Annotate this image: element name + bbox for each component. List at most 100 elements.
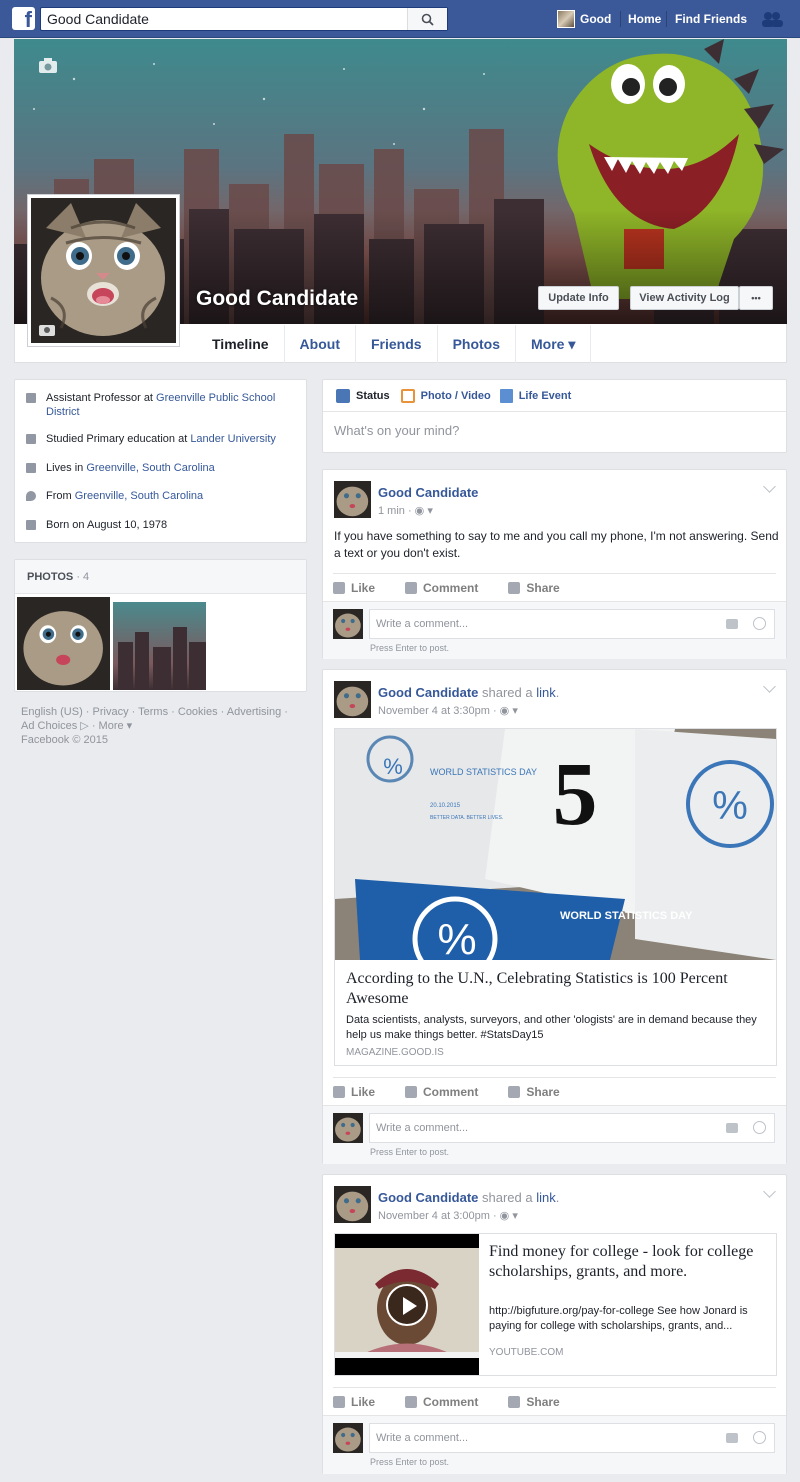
thumbs-up-icon — [333, 1086, 345, 1098]
comment-section: Write a comment... Press Enter to post. — [323, 601, 786, 659]
share-button[interactable]: Share — [508, 1395, 560, 1409]
profile-tabs: Timeline About Friends Photos More ▾ — [197, 325, 592, 363]
play-icon[interactable] — [386, 1284, 428, 1326]
nav-profile-label: Good — [580, 12, 612, 26]
comment-button[interactable]: Comment — [405, 581, 478, 595]
tab-photos[interactable]: Photos — [436, 325, 515, 363]
tab-timeline[interactable]: Timeline — [197, 325, 284, 363]
nav-find-friends-link[interactable]: Find Friends — [675, 0, 747, 38]
post-author-avatar[interactable] — [334, 1186, 371, 1223]
post-header-line: Good Candidate shared a link. — [378, 1190, 560, 1205]
emoji-icon[interactable] — [753, 1121, 766, 1134]
post-text: If you have something to say to me and y… — [334, 529, 779, 560]
post-actions: Like Comment Share — [333, 581, 590, 595]
nav-home-link[interactable]: Home — [628, 0, 661, 38]
tab-more[interactable]: More ▾ — [515, 325, 592, 363]
link-preview-image: % % % 5 WORLD STATISTICS DAY 20.10.2015 … — [335, 729, 776, 960]
tab-about[interactable]: About — [283, 325, 355, 363]
composer-input[interactable]: What's on your mind? — [334, 423, 459, 438]
post-author-avatar[interactable] — [334, 681, 371, 718]
tab-friends[interactable]: Friends — [354, 325, 437, 363]
post-author-name[interactable]: Good Candidate — [378, 685, 478, 700]
composer-status-tab[interactable]: Status — [336, 388, 390, 403]
link-title[interactable]: According to the U.N., Celebrating Stati… — [346, 969, 766, 1009]
photos-header[interactable]: PHOTOS · 4 — [15, 560, 306, 594]
comment-input[interactable]: Write a comment... — [369, 1113, 775, 1143]
composer-photo-tab[interactable]: Photo / Video — [400, 388, 491, 403]
nav-profile-link[interactable]: Good — [557, 0, 611, 38]
pencil-icon — [336, 388, 350, 403]
shared-link[interactable]: link — [536, 685, 556, 700]
camera-icon[interactable] — [726, 1123, 738, 1133]
intro-box: Assistant Professor at Greenville Public… — [14, 379, 307, 543]
video-thumbnail[interactable] — [335, 1234, 479, 1375]
link-preview[interactable]: Find money for college - look for colleg… — [334, 1233, 777, 1376]
post-author-name[interactable]: Good Candidate — [378, 1190, 478, 1205]
post-author-name[interactable]: Good Candidate — [378, 485, 478, 500]
nav-divider — [620, 11, 621, 27]
lives-link[interactable]: Greenville, South Carolina — [86, 462, 214, 474]
search-input[interactable] — [41, 8, 401, 30]
emoji-icon[interactable] — [753, 1431, 766, 1444]
top-bar: f Good Home Find Friends — [0, 0, 800, 38]
image-date-text: 20.10.2015 — [430, 803, 461, 809]
shared-link[interactable]: link — [536, 1190, 556, 1205]
link-preview[interactable]: % % % 5 WORLD STATISTICS DAY 20.10.2015 … — [334, 728, 777, 1066]
footer-line-2[interactable]: Ad Choices ▷ · More ▾ — [21, 719, 132, 733]
comment-input[interactable]: Write a comment... — [369, 609, 775, 639]
post-header-line: Good Candidate shared a link. — [378, 685, 560, 700]
photo-thumb-kitten[interactable] — [17, 597, 110, 690]
image-big-digit: 5 — [553, 745, 598, 844]
graduation-icon — [26, 434, 36, 444]
post-card: Good Candidate 1 min · ◉ ▾ If you have s… — [322, 469, 787, 659]
press-enter-hint: Press Enter to post. — [370, 643, 450, 653]
view-activity-log-button[interactable]: View Activity Log — [630, 286, 739, 310]
like-button[interactable]: Like — [333, 1395, 375, 1409]
emoji-icon[interactable] — [753, 617, 766, 630]
more-options-button[interactable]: ••• — [739, 286, 773, 310]
composer-box: Status Photo / Video Life Event What's o… — [322, 379, 787, 453]
home-icon — [26, 463, 36, 473]
comment-button[interactable]: Comment — [405, 1395, 478, 1409]
share-icon — [508, 1396, 521, 1408]
footer-copyright: Facebook © 2015 — [21, 734, 108, 746]
photo-icon — [400, 388, 415, 403]
post-menu-chevron-icon[interactable] — [763, 680, 776, 693]
like-button[interactable]: Like — [333, 581, 375, 595]
education-link[interactable]: Lander University — [190, 433, 276, 445]
like-button[interactable]: Like — [333, 1085, 375, 1099]
camera-icon[interactable] — [726, 1433, 738, 1443]
post-author-avatar[interactable] — [334, 481, 371, 518]
comment-input[interactable]: Write a comment... — [369, 1423, 775, 1453]
press-enter-hint: Press Enter to post. — [370, 1457, 450, 1467]
composer-life-event-tab[interactable]: Life Event — [499, 388, 571, 403]
intro-born: Born on August 10, 1978 — [26, 518, 167, 532]
post-actions: Like Comment Share — [333, 1395, 590, 1409]
share-button[interactable]: Share — [508, 1085, 560, 1099]
post-timestamp[interactable]: 1 min · ◉ ▾ — [378, 504, 433, 517]
share-icon — [508, 582, 521, 594]
location-pin-icon — [26, 491, 36, 501]
photos-count: · 4 — [73, 571, 90, 583]
profile-picture[interactable] — [27, 194, 180, 347]
camera-icon[interactable] — [726, 619, 738, 629]
footer-line-1[interactable]: English (US) · Privacy · Terms · Cookies… — [21, 705, 288, 719]
share-button[interactable]: Share — [508, 581, 560, 595]
flag-icon — [499, 388, 513, 403]
comment-icon — [405, 1396, 418, 1408]
friend-requests-icon[interactable] — [761, 0, 783, 38]
from-link[interactable]: Greenville, South Carolina — [75, 490, 203, 502]
post-timestamp[interactable]: November 4 at 3:00pm · ◉ ▾ — [378, 1209, 518, 1222]
search-button[interactable] — [407, 8, 447, 30]
post-timestamp[interactable]: November 4 at 3:30pm · ◉ ▾ — [378, 704, 518, 717]
comment-button[interactable]: Comment — [405, 1085, 478, 1099]
facebook-logo-icon[interactable]: f — [12, 7, 35, 30]
photos-title: PHOTOS — [27, 571, 74, 583]
calendar-icon — [26, 520, 36, 530]
nav-avatar — [557, 10, 575, 28]
post-menu-chevron-icon[interactable] — [763, 480, 776, 493]
update-info-button[interactable]: Update Info — [538, 286, 619, 310]
link-title[interactable]: Find money for college - look for colleg… — [489, 1242, 769, 1282]
photo-thumb-cover[interactable] — [113, 602, 206, 690]
post-menu-chevron-icon[interactable] — [763, 1185, 776, 1198]
